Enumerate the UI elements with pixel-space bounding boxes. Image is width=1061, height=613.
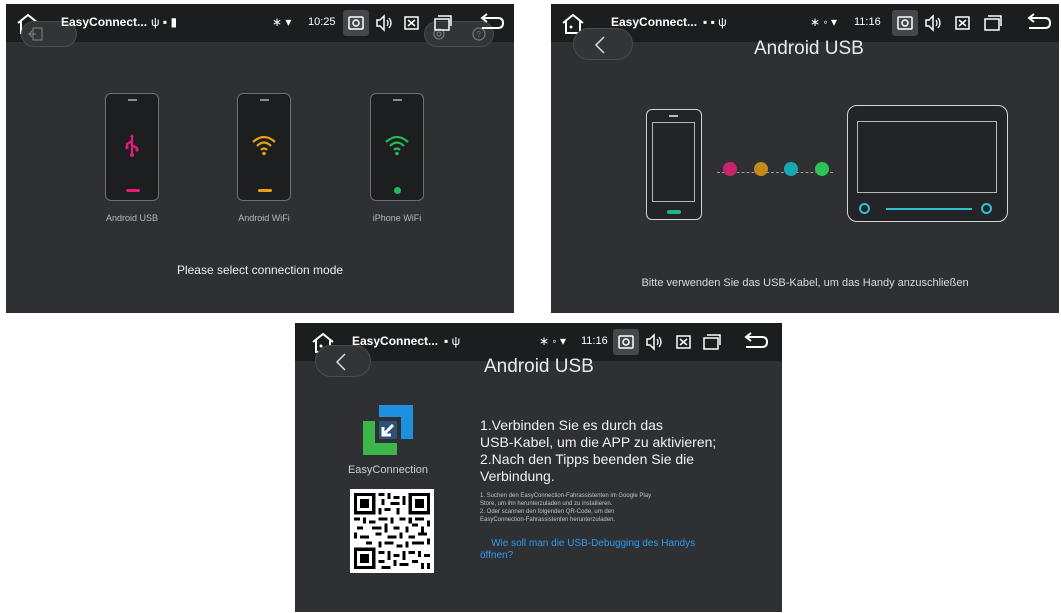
head-unit-illustration xyxy=(847,105,1008,222)
android-usb-option[interactable] xyxy=(105,93,159,201)
phone-home-bar xyxy=(126,189,140,192)
usb-status-icon: ▪ ψ xyxy=(444,334,461,348)
close-app-button[interactable] xyxy=(671,329,697,355)
close-app-button[interactable] xyxy=(399,10,425,36)
music-app-icon xyxy=(723,162,737,176)
instruction-detail-line: 2. Oder scannen den folgenden QR-Code, u… xyxy=(480,509,615,515)
usb-icon xyxy=(106,134,158,163)
android-usb-instructions-screen: EasyConnect... ▪ ψ ∗ ◦ ▾ 11:16 Android U… xyxy=(295,323,782,612)
screenshot-button[interactable] xyxy=(613,329,639,355)
logo-label: EasyConnection xyxy=(347,464,429,476)
easyconnection-logo-icon xyxy=(359,401,417,459)
clock: 11:16 xyxy=(854,16,881,28)
page-title: Android USB xyxy=(754,38,864,59)
instruction-line: 1.Verbinden Sie es durch das xyxy=(480,417,663,433)
phone-home-bar xyxy=(667,210,681,214)
instruction-line: 2.Nach den Tipps beenden Sie die xyxy=(480,451,695,467)
back-arrow-icon[interactable] xyxy=(476,10,505,36)
iphone-wifi-label: iPhone WiFi xyxy=(372,213,422,223)
connection-mode-screen: EasyConnect... ψ ▪ ▮ ∗ ▾ 10:25 ? Android… xyxy=(6,4,514,313)
android-usb-connect-screen: EasyConnect... ▪ ▪ ψ ∗ ◦ ▾ 11:16 Android… xyxy=(551,4,1059,313)
recent-apps-icon[interactable] xyxy=(430,10,456,36)
bluetooth-wifi-icon: ∗ ▾ xyxy=(272,15,292,29)
recent-apps-icon[interactable] xyxy=(699,329,725,355)
back-arrow-icon[interactable] xyxy=(1023,10,1052,36)
link-line[interactable]: öffnen? xyxy=(480,550,745,562)
screenshot-button[interactable] xyxy=(892,10,918,36)
link-line[interactable]: Wie soll man die USB-Debugging des Handy… xyxy=(480,538,745,550)
status-bar: EasyConnect... ψ ▪ ▮ ∗ ▾ 10:25 ? xyxy=(6,4,514,47)
usb-status-icon: ▪ ▪ ψ xyxy=(703,15,727,29)
page-title: Android USB xyxy=(484,356,594,377)
usb-cable-hint: Bitte verwenden Sie das USB-Kabel, um da… xyxy=(641,277,969,289)
clock: 10:25 xyxy=(308,16,336,28)
download-qr-code[interactable] xyxy=(350,489,434,573)
usb-status-icon: ψ ▪ ▮ xyxy=(151,15,178,29)
android-wifi-option[interactable] xyxy=(237,93,291,201)
wifi-icon xyxy=(238,134,290,161)
android-usb-label: Android USB xyxy=(105,213,159,223)
volume-icon[interactable] xyxy=(920,10,946,36)
phone-home-bar xyxy=(258,189,272,192)
app-title: EasyConnect... xyxy=(352,334,439,348)
instructions-main: 1.Verbinden Sie es durch das USB-Kabel, … xyxy=(480,417,752,485)
podcast-app-icon xyxy=(754,162,768,176)
app-title: EasyConnect... xyxy=(61,15,148,29)
speaker-slot xyxy=(669,115,678,117)
speaker-slot xyxy=(260,99,269,101)
phone-illustration xyxy=(646,109,702,220)
app-title: EasyConnect... xyxy=(611,15,698,29)
head-unit-slider xyxy=(886,208,972,210)
phone-home-button xyxy=(394,187,401,194)
speaker-slot xyxy=(393,99,402,101)
back-button[interactable] xyxy=(573,28,633,60)
speaker-slot xyxy=(128,99,137,101)
phone-screen xyxy=(652,122,695,202)
instruction-detail-line: EasyConnection-Fahrassistenten herunterz… xyxy=(480,517,616,523)
wifi-icon xyxy=(371,134,423,161)
iphone-wifi-option[interactable] xyxy=(370,93,424,201)
usb-debugging-help-link[interactable]: Wie soll man die USB-Debugging des Handy… xyxy=(480,538,745,562)
instruction-detail-line: 1. Suchen den EasyConnection-Fahrassiste… xyxy=(480,493,652,499)
right-knob xyxy=(981,203,992,214)
instruction-detail-line: Store, um ihn herunterzuladen und zu ins… xyxy=(480,501,613,507)
back-button[interactable] xyxy=(315,345,371,377)
bluetooth-location-wifi-icon: ∗ ◦ ▾ xyxy=(810,15,837,29)
volume-icon[interactable] xyxy=(371,10,397,36)
instruction-line: USB-Kabel, um die APP zu aktivieren; xyxy=(480,434,717,450)
volume-icon[interactable] xyxy=(641,329,667,355)
android-wifi-label: Android WiFi xyxy=(238,213,290,223)
instructions-small: 1. Suchen den EasyConnection-Fahrassiste… xyxy=(480,492,745,524)
phone-app-icon xyxy=(815,162,829,176)
close-app-button[interactable] xyxy=(950,10,976,36)
bluetooth-location-wifi-icon: ∗ ◦ ▾ xyxy=(539,334,566,348)
clock: 11:16 xyxy=(581,335,608,347)
navigation-app-icon xyxy=(784,162,798,176)
select-mode-prompt: Please select connection mode xyxy=(176,263,344,277)
head-unit-screen xyxy=(857,121,997,193)
screenshot-button[interactable] xyxy=(343,10,369,36)
recent-apps-icon[interactable] xyxy=(980,10,1006,36)
instruction-line: Verbindung. xyxy=(480,468,555,484)
left-knob xyxy=(859,203,870,214)
back-arrow-icon[interactable] xyxy=(740,329,769,355)
